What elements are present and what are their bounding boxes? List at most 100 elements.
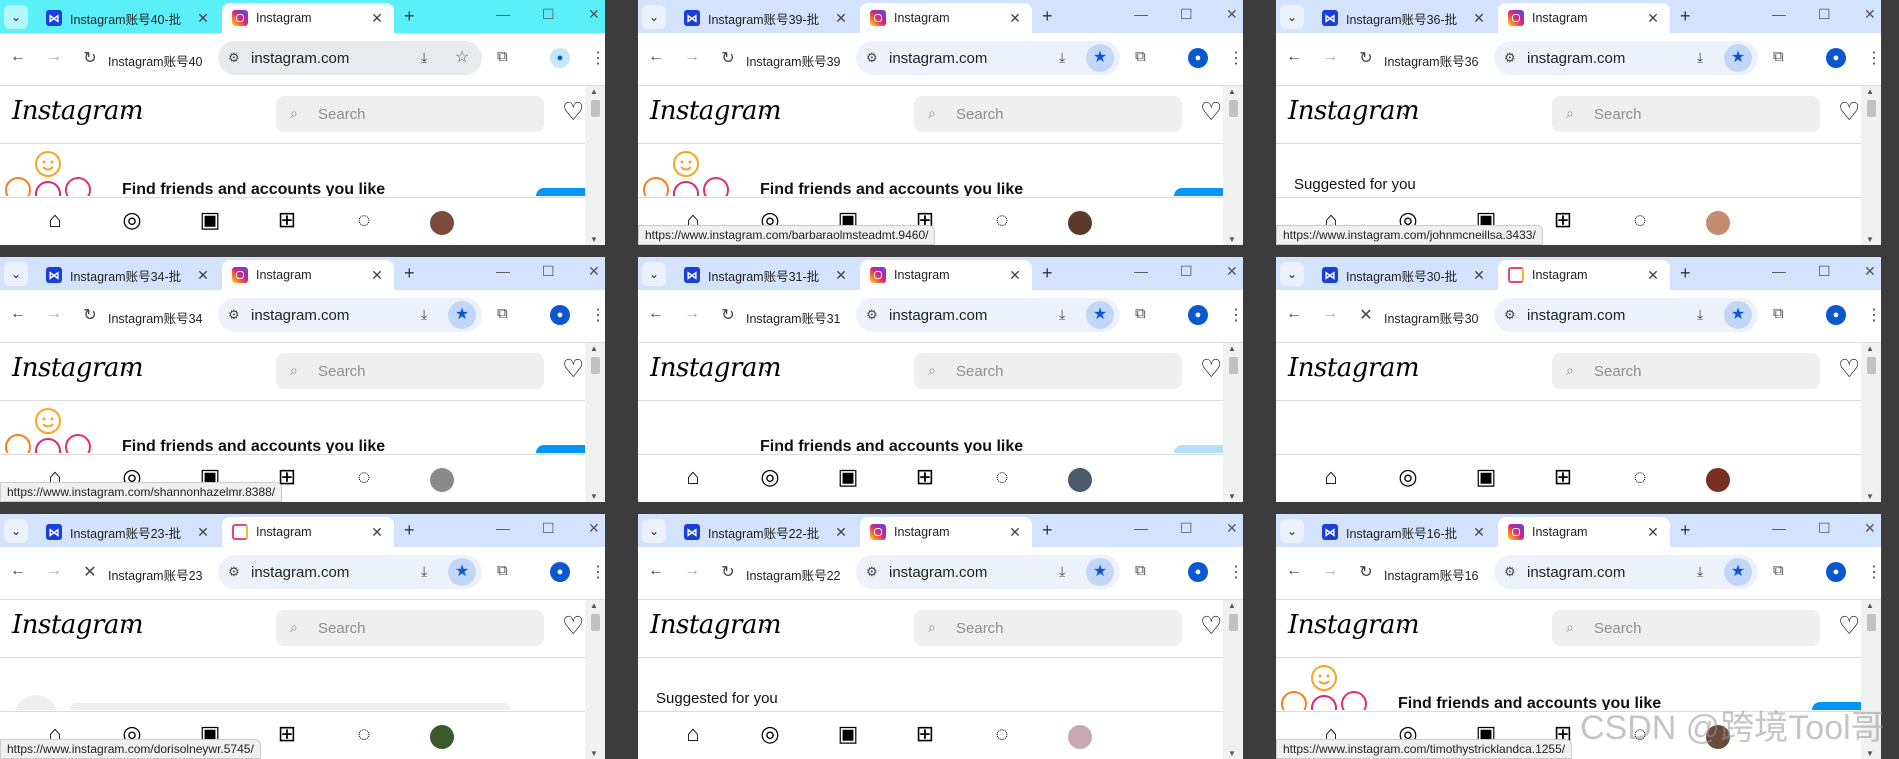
maximize-button[interactable]: ☐: [1818, 263, 1831, 280]
messenger-icon[interactable]: ◌: [349, 721, 379, 747]
install-app-icon[interactable]: ⤓: [1697, 563, 1703, 580]
profile-avatar-icon[interactable]: ●: [550, 305, 570, 325]
menu-kebab-icon[interactable]: ⋮: [1228, 305, 1243, 325]
maximize-button[interactable]: ☐: [1180, 263, 1193, 280]
profile-avatar[interactable]: [1068, 725, 1092, 749]
account-switch-chevron-icon[interactable]: ⌄: [762, 618, 773, 634]
tab-search-button[interactable]: ⌄: [4, 5, 28, 29]
close-tab-icon[interactable]: ✕: [194, 267, 212, 284]
search-input[interactable]: ⌕ Search: [914, 353, 1182, 389]
new-tab-button[interactable]: +: [404, 520, 415, 541]
menu-kebab-icon[interactable]: ⋮: [1866, 48, 1881, 68]
tab-active[interactable]: Instagram ✕: [1498, 517, 1670, 547]
stop-button[interactable]: ✕: [80, 562, 100, 582]
bookmark-star-icon[interactable]: ☆: [448, 44, 476, 72]
minimize-button[interactable]: —: [496, 6, 510, 22]
address-bar[interactable]: ⚙ instagram.com ⤓ ★: [218, 298, 482, 332]
tab-inactive[interactable]: ⋈ Instagram账号30-批 ✕: [1312, 260, 1496, 290]
forward-button[interactable]: →: [682, 305, 702, 323]
minimize-button[interactable]: —: [1772, 6, 1786, 22]
forward-button[interactable]: →: [44, 305, 64, 323]
maximize-button[interactable]: ☐: [1180, 520, 1193, 537]
explore-icon[interactable]: ◎: [1393, 464, 1423, 490]
scroll-thumb[interactable]: [591, 100, 600, 117]
maximize-button[interactable]: ☐: [542, 6, 555, 23]
minimize-button[interactable]: —: [496, 520, 510, 536]
close-window-button[interactable]: ✕: [1864, 520, 1876, 537]
scroll-thumb[interactable]: [1229, 100, 1238, 117]
back-button[interactable]: ←: [646, 305, 666, 323]
close-tab-icon[interactable]: ✕: [1470, 267, 1488, 284]
scroll-thumb[interactable]: [1229, 357, 1238, 374]
profile-avatar-icon[interactable]: ●: [1188, 48, 1208, 68]
tab-inactive[interactable]: ⋈ Instagram账号16-批 ✕: [1312, 517, 1496, 547]
tab-search-button[interactable]: ⌄: [4, 519, 28, 543]
menu-kebab-icon[interactable]: ⋮: [1866, 305, 1881, 325]
menu-kebab-icon[interactable]: ⋮: [590, 48, 605, 68]
tab-search-button[interactable]: ⌄: [1280, 519, 1304, 543]
tab-search-button[interactable]: ⌄: [642, 262, 666, 286]
install-app-icon[interactable]: ⤓: [1697, 49, 1703, 66]
site-settings-icon[interactable]: ⚙: [866, 307, 878, 323]
extensions-icon[interactable]: ⧉: [497, 305, 508, 322]
new-tab-button[interactable]: +: [1042, 263, 1053, 284]
reels-icon[interactable]: ▣: [833, 721, 863, 747]
reload-button[interactable]: ↻: [718, 562, 738, 582]
instagram-logo[interactable]: Instagram: [1288, 353, 1420, 383]
close-tab-icon[interactable]: ✕: [832, 267, 850, 284]
bookmark-star-icon[interactable]: ★: [1086, 558, 1114, 586]
close-tab-icon[interactable]: ✕: [1006, 267, 1024, 284]
address-bar[interactable]: ⚙ instagram.com ⤓ ★: [856, 555, 1120, 589]
close-window-button[interactable]: ✕: [1226, 263, 1238, 280]
scroll-up-arrow[interactable]: ▲: [1228, 87, 1236, 96]
forward-button[interactable]: →: [44, 562, 64, 580]
forward-button[interactable]: →: [682, 48, 702, 66]
profile-avatar[interactable]: [430, 725, 454, 749]
create-post-icon[interactable]: ⊞: [272, 207, 302, 233]
close-window-button[interactable]: ✕: [588, 520, 600, 537]
profile-avatar-icon[interactable]: ●: [1826, 305, 1846, 325]
menu-kebab-icon[interactable]: ⋮: [1228, 48, 1243, 68]
new-tab-button[interactable]: +: [1042, 6, 1053, 27]
notifications-heart-icon[interactable]: ♡: [562, 97, 584, 127]
reels-icon[interactable]: ▣: [833, 464, 863, 490]
extensions-icon[interactable]: ⧉: [1773, 562, 1784, 579]
extensions-icon[interactable]: ⧉: [497, 562, 508, 579]
close-window-button[interactable]: ✕: [588, 263, 600, 280]
forward-button[interactable]: →: [1320, 562, 1340, 580]
reload-button[interactable]: ↻: [80, 305, 100, 325]
minimize-button[interactable]: —: [1772, 520, 1786, 536]
forward-button[interactable]: →: [1320, 305, 1340, 323]
scroll-up-arrow[interactable]: ▲: [1866, 601, 1874, 610]
install-app-icon[interactable]: ⤓: [1697, 306, 1703, 323]
maximize-button[interactable]: ☐: [542, 520, 555, 537]
create-post-icon[interactable]: ⊞: [1548, 464, 1578, 490]
tab-inactive[interactable]: ⋈ Instagram账号39-批 ✕: [674, 3, 858, 33]
bookmark-star-icon[interactable]: ★: [1724, 301, 1752, 329]
stop-button[interactable]: ✕: [1356, 305, 1376, 325]
explore-icon[interactable]: ◎: [755, 464, 785, 490]
site-settings-icon[interactable]: ⚙: [1504, 50, 1516, 66]
find-friends-button[interactable]: [1174, 445, 1223, 453]
tab-active[interactable]: Instagram ✕: [222, 260, 394, 290]
page-scrollbar[interactable]: ▲ ▼: [1861, 343, 1881, 502]
search-input[interactable]: ⌕ Search: [914, 610, 1182, 646]
scroll-up-arrow[interactable]: ▲: [1228, 601, 1236, 610]
close-tab-icon[interactable]: ✕: [368, 524, 386, 541]
messenger-icon[interactable]: ◌: [987, 464, 1017, 490]
close-tab-icon[interactable]: ✕: [832, 524, 850, 541]
address-bar[interactable]: ⚙ instagram.com ⤓ ★: [1494, 41, 1758, 75]
bookmark-star-icon[interactable]: ★: [1724, 44, 1752, 72]
find-friends-button[interactable]: [536, 188, 585, 196]
minimize-button[interactable]: —: [1134, 6, 1148, 22]
close-tab-icon[interactable]: ✕: [1470, 524, 1488, 541]
close-tab-icon[interactable]: ✕: [832, 10, 850, 27]
messenger-icon[interactable]: ◌: [1625, 207, 1655, 233]
page-scrollbar[interactable]: ▲ ▼: [1861, 86, 1881, 245]
install-app-icon[interactable]: ⤓: [421, 563, 427, 580]
reels-icon[interactable]: ▣: [195, 207, 225, 233]
page-scrollbar[interactable]: ▲ ▼: [585, 343, 605, 502]
explore-icon[interactable]: ◎: [117, 207, 147, 233]
extensions-icon[interactable]: ⧉: [1773, 305, 1784, 322]
create-post-icon[interactable]: ⊞: [910, 721, 940, 747]
